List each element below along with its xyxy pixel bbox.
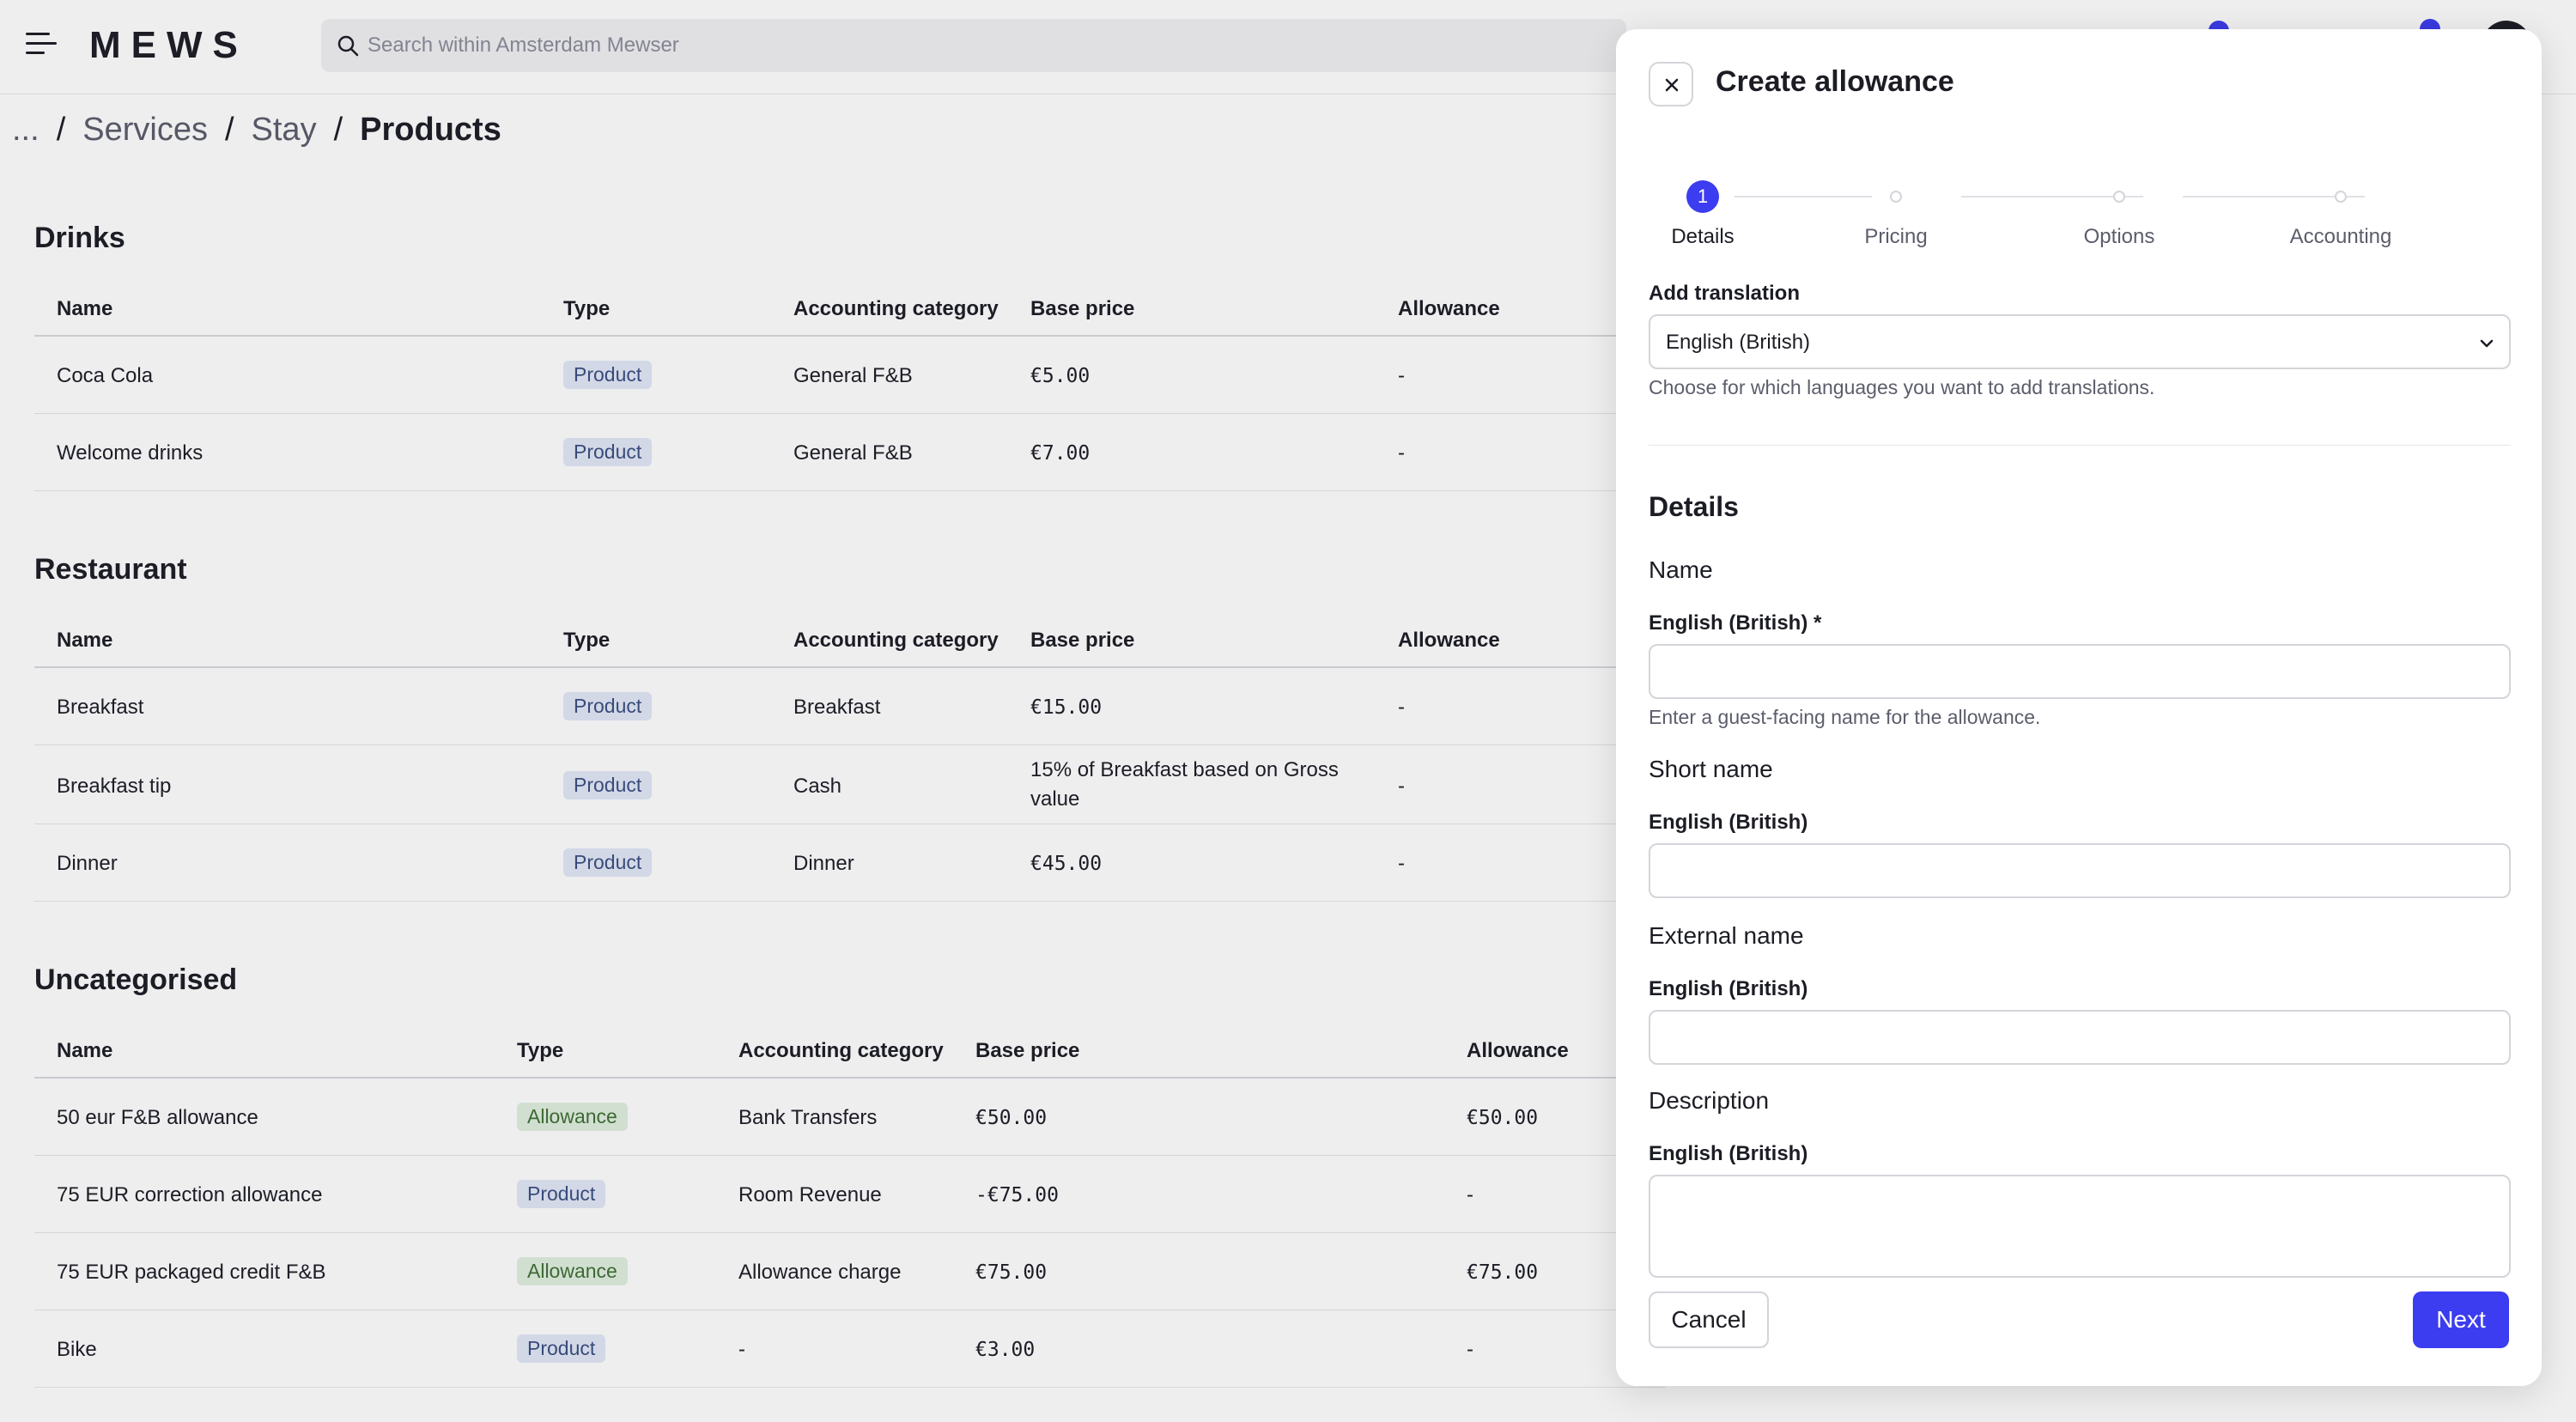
step-indicator-details: 1	[1686, 180, 1719, 213]
step-label-options[interactable]: Options	[2033, 225, 2205, 249]
stepper: 1 Details Pricing Options Accounting	[1649, 158, 2507, 261]
short-name-heading: Short name	[1649, 756, 1773, 782]
description-label: English (British)	[1649, 1142, 1808, 1165]
step-label-details[interactable]: Details	[1617, 225, 1789, 249]
translation-select[interactable]: English (British)	[1649, 314, 2511, 369]
create-allowance-dialog: Create allowance 1 Details Pricing Optio…	[1616, 29, 2542, 1386]
name-heading: Name	[1649, 556, 1713, 583]
step-connector	[1735, 196, 1872, 198]
description-heading: Description	[1649, 1087, 1770, 1114]
step-indicator-accounting	[2335, 191, 2347, 203]
step-indicator-options	[2113, 191, 2125, 203]
divider	[1649, 445, 2511, 446]
translation-label: Add translation	[1649, 282, 1801, 305]
step-label-pricing[interactable]: Pricing	[1810, 225, 1982, 249]
dialog-title: Create allowance	[1716, 65, 1954, 98]
name-input[interactable]	[1649, 644, 2511, 699]
step-indicator-pricing	[1890, 191, 1902, 203]
cancel-button[interactable]: Cancel	[1649, 1291, 1769, 1348]
external-name-input[interactable]	[1649, 1010, 2511, 1065]
close-button[interactable]	[1649, 62, 1693, 106]
step-label-accounting[interactable]: Accounting	[2255, 225, 2427, 249]
translation-select-value: English (British)	[1666, 331, 1811, 354]
close-icon	[1665, 78, 1679, 92]
short-name-label: English (British)	[1649, 811, 1808, 834]
name-help: Enter a guest-facing name for the allowa…	[1649, 706, 2041, 728]
short-name-input[interactable]	[1649, 843, 2511, 898]
translation-help: Choose for which languages you want to a…	[1649, 376, 2155, 398]
description-textarea[interactable]	[1649, 1175, 2511, 1278]
dialog-footer: Cancel Next	[1616, 1291, 2542, 1386]
next-button[interactable]: Next	[2413, 1291, 2509, 1348]
chevron-down-icon	[2480, 339, 2494, 348]
external-name-label: English (British)	[1649, 977, 1808, 1000]
name-label: English (British) *	[1649, 611, 1822, 635]
external-name-heading: External name	[1649, 922, 1804, 949]
details-heading: Details	[1649, 491, 1739, 522]
